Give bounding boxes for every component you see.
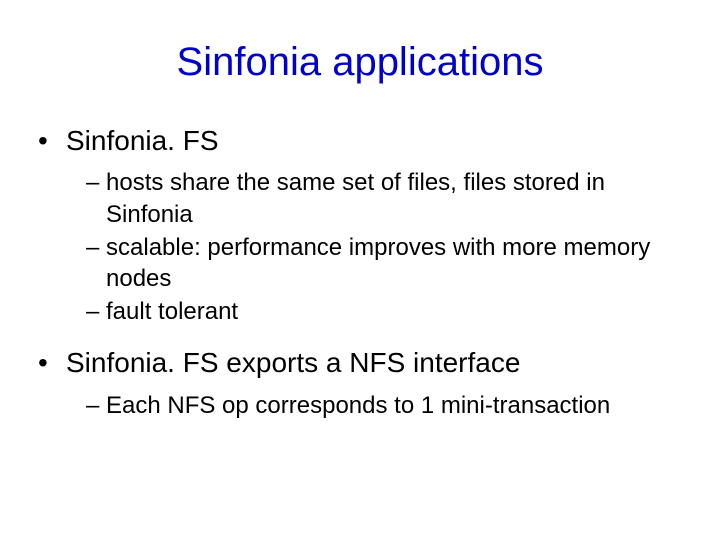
bullet-item: •Sinfonia. FS exports a NFS interface: [38, 345, 690, 381]
section-1: •Sinfonia. FS – hosts share the same set…: [30, 123, 690, 327]
dash-icon: –: [86, 234, 106, 261]
bullet-dot: •: [38, 123, 66, 159]
bullet-dot: •: [38, 345, 66, 381]
sub-text: scalable: performance improves with more…: [106, 234, 650, 292]
bullet-item: •Sinfonia. FS: [38, 123, 690, 159]
sub-text: Each NFS op corresponds to 1 mini-transa…: [106, 392, 610, 419]
sub-item: – scalable: performance improves with mo…: [86, 232, 682, 294]
section-2: •Sinfonia. FS exports a NFS interface – …: [30, 345, 690, 421]
dash-icon: –: [86, 298, 106, 325]
sub-text: hosts share the same set of files, files…: [106, 169, 605, 227]
slide-title: Sinfonia applications: [30, 40, 690, 85]
sub-item: – hosts share the same set of files, fil…: [86, 167, 682, 229]
bullet-text: Sinfonia. FS exports a NFS interface: [66, 347, 520, 378]
dash-icon: –: [86, 169, 106, 196]
dash-icon: –: [86, 392, 106, 419]
sub-text: fault tolerant: [106, 298, 238, 325]
bullet-text: Sinfonia. FS: [66, 125, 219, 156]
sub-item: – Each NFS op corresponds to 1 mini-tran…: [86, 390, 682, 421]
sub-item: – fault tolerant: [86, 296, 682, 327]
